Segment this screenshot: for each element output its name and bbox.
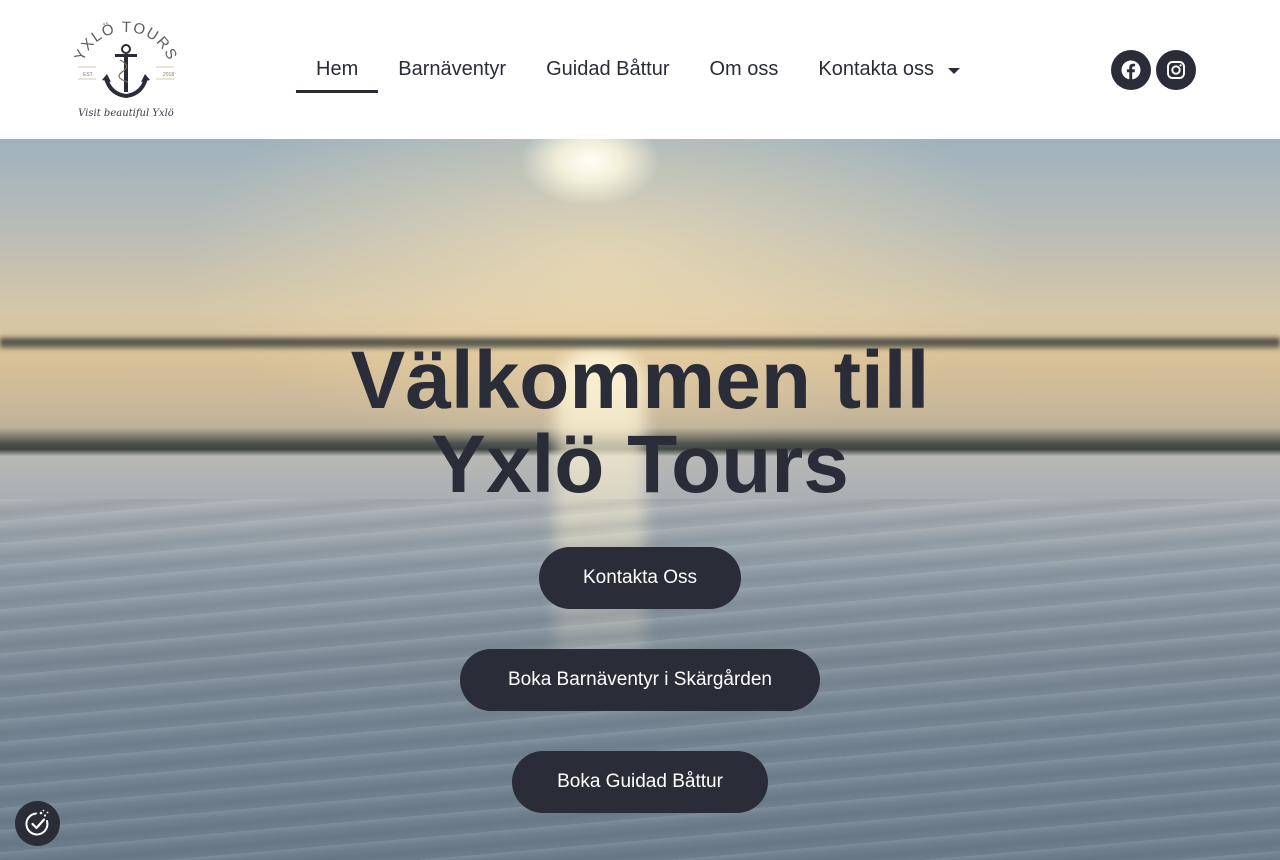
cookie-consent-icon (24, 809, 48, 835)
nav-item-label: Barnäventyr (398, 58, 507, 80)
nav-item-hem[interactable]: Hem (296, 44, 379, 94)
nav-item-label: Guidad Båttur (546, 58, 670, 80)
logo-year: 2018 (163, 72, 174, 78)
caret-down-icon[interactable] (948, 68, 961, 74)
book-kids-adventure-button[interactable]: Boka Barnäventyr i Skärgården (460, 649, 820, 711)
contact-button-label: Kontakta Oss (582, 567, 698, 588)
nav-item-barnaventyr[interactable]: Barnäventyr (378, 44, 526, 94)
facebook-link[interactable] (1111, 50, 1151, 90)
nav-item-om-oss[interactable]: Om oss (690, 44, 799, 94)
logo-est: EST. (83, 72, 94, 78)
site-header: YXLÖ TOURS EST. 2018 Visit beautiful Yxl… (0, 0, 1280, 139)
logo-tagline: Visit beautiful Yxlö (78, 108, 174, 119)
anchor-logo-icon: YXLÖ TOURS EST. 2018 Visit beautiful Yxl… (71, 19, 179, 119)
hero-section: Välkommen till Yxlö Tours Kontakta Oss B… (0, 139, 1280, 860)
instagram-icon (1167, 61, 1185, 79)
main-nav: Hem Barnäventyr Guidad Båttur Om oss Kon… (296, 44, 980, 94)
logo[interactable]: YXLÖ TOURS EST. 2018 Visit beautiful Yxl… (70, 16, 182, 124)
hero-title-line1: Välkommen till (350, 335, 930, 426)
nav-item-label: Kontakta oss (818, 58, 935, 80)
facebook-icon (1121, 60, 1141, 80)
nav-item-guidad-battur[interactable]: Guidad Båttur (526, 44, 689, 94)
nav-item-label: Hem (316, 58, 359, 80)
contact-button[interactable]: Kontakta Oss (539, 547, 741, 609)
hero-title-line2: Yxlö Tours (431, 419, 849, 510)
book-kids-adventure-label: Boka Barnäventyr i Skärgården (507, 669, 773, 690)
book-guided-boat-tour-label: Boka Guidad Båttur (557, 771, 723, 792)
nav-item-label: Om oss (709, 58, 779, 80)
cookie-consent-button[interactable] (15, 801, 60, 846)
instagram-link[interactable] (1156, 50, 1196, 90)
nav-item-kontakta-oss[interactable]: Kontakta oss (798, 44, 980, 94)
hero-title: Välkommen till Yxlö Tours (240, 339, 1040, 507)
book-guided-boat-tour-button[interactable]: Boka Guidad Båttur (512, 751, 768, 813)
